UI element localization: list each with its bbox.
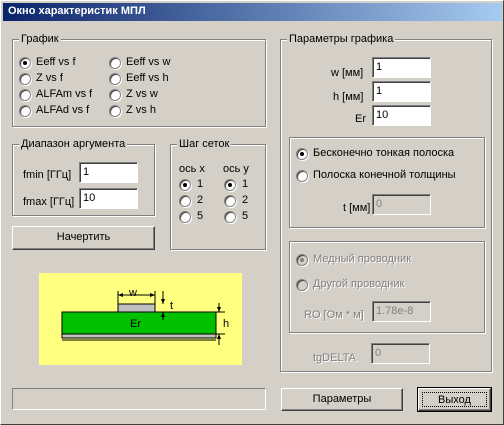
w-input[interactable]: 1 bbox=[372, 57, 431, 78]
fmin-label: fmin [ГГц] bbox=[23, 169, 72, 181]
h-input[interactable]: 1 bbox=[372, 81, 431, 102]
graph-option-label: Z vs f bbox=[36, 72, 63, 84]
exit-button-label: Выход bbox=[422, 392, 487, 407]
other-conductor-label: Другой проводник bbox=[313, 278, 405, 290]
range-group: Диапазон аргумента fmin [ГГц] 1 fmax [ГГ… bbox=[12, 137, 155, 216]
er-label: Er bbox=[355, 113, 366, 125]
copper-radio[interactable] bbox=[296, 254, 308, 266]
strip-type-group: Бесконечно тонкая полоска Полоска конечн… bbox=[289, 137, 485, 228]
grid-x-label-2: 2 bbox=[197, 194, 204, 206]
window-title: Окно характеристик МПЛ bbox=[8, 5, 146, 17]
graph-option-label: Eeff vs h bbox=[126, 72, 169, 84]
grid-y-radio-2[interactable] bbox=[224, 195, 236, 207]
characteristics-window: Окно характеристик МПЛ График Eeff vs f … bbox=[0, 0, 504, 425]
ro-input[interactable]: 1.78e-8 bbox=[372, 301, 431, 322]
graph-group-title: График bbox=[19, 32, 61, 46]
grid-x-label-1: 1 bbox=[197, 178, 204, 190]
other-conductor-radio[interactable] bbox=[296, 279, 308, 291]
graph-params-title: Параметры графика bbox=[287, 32, 396, 46]
fmax-label: fmax [ГГц] bbox=[23, 196, 75, 208]
grid-y-label-1: 1 bbox=[242, 178, 249, 190]
title-bar[interactable]: Окно характеристик МПЛ bbox=[3, 3, 502, 21]
diagram-h-label: h bbox=[223, 318, 230, 330]
status-box bbox=[12, 388, 266, 410]
tgdelta-input[interactable]: 0 bbox=[371, 343, 430, 364]
tgdelta-label: tgDELTA bbox=[313, 352, 356, 364]
graph-group: График Eeff vs f Z vs f ALFAm vs f ALFAd… bbox=[12, 32, 266, 127]
strip-finite-radio[interactable] bbox=[296, 170, 308, 182]
h-label: h [мм] bbox=[333, 91, 364, 103]
diagram-t-label: t bbox=[170, 300, 174, 312]
graph-option-label: ALFAm vs f bbox=[36, 88, 93, 100]
graph-radio-1[interactable] bbox=[19, 73, 31, 85]
grid-step-title: Шаг сеток bbox=[177, 137, 232, 151]
y-axis-label: ось y bbox=[223, 163, 249, 175]
strip-thin-radio[interactable] bbox=[296, 148, 308, 160]
grid-x-radio-5[interactable] bbox=[179, 211, 191, 223]
grid-x-label-5: 5 bbox=[197, 210, 204, 222]
microstrip-diagram: w t h Er bbox=[39, 273, 242, 365]
ground-plane bbox=[61, 333, 217, 339]
grid-y-label-2: 2 bbox=[242, 194, 249, 206]
graph-radio-6[interactable] bbox=[109, 89, 121, 101]
ro-label: RO [Ом * м] bbox=[304, 309, 364, 321]
conductor-group: Медный проводник Другой проводник RO [Ом… bbox=[289, 241, 485, 333]
w-label: w [мм] bbox=[331, 67, 364, 79]
graph-radio-4[interactable] bbox=[109, 57, 121, 69]
grid-x-radio-1[interactable] bbox=[179, 179, 191, 191]
draw-button[interactable]: Начертить bbox=[12, 226, 155, 250]
exit-button[interactable]: Выход bbox=[417, 387, 492, 412]
er-input[interactable]: 10 bbox=[372, 105, 431, 126]
t-label: t [мм] bbox=[343, 202, 371, 214]
params-button[interactable]: Параметры bbox=[281, 388, 403, 411]
graph-radio-2[interactable] bbox=[19, 89, 31, 101]
grid-y-label-5: 5 bbox=[242, 210, 249, 222]
graph-option-label: Eeff vs w bbox=[126, 56, 171, 68]
range-group-title: Диапазон аргумента bbox=[19, 137, 128, 151]
diagram-er-label: Er bbox=[130, 318, 141, 330]
strip-thin-label: Бесконечно тонкая полоска bbox=[313, 147, 455, 159]
grid-y-radio-1[interactable] bbox=[224, 179, 236, 191]
graph-option-label: Z vs h bbox=[126, 104, 156, 116]
strip-conductor bbox=[117, 303, 156, 313]
x-axis-label: ось x bbox=[179, 163, 205, 175]
diagram-w-label: w bbox=[129, 287, 137, 299]
graph-radio-5[interactable] bbox=[109, 73, 121, 85]
grid-x-radio-2[interactable] bbox=[179, 195, 191, 207]
strip-finite-label: Полоска конечной толщины bbox=[313, 169, 456, 181]
fmin-input[interactable]: 1 bbox=[79, 162, 138, 183]
fmax-input[interactable]: 10 bbox=[79, 188, 138, 209]
copper-label: Медный проводник bbox=[313, 253, 412, 265]
graph-radio-7[interactable] bbox=[109, 105, 121, 117]
graph-radio-3[interactable] bbox=[19, 105, 31, 117]
grid-step-group: Шаг сеток ось x ось y 1 2 5 1 2 5 bbox=[170, 137, 266, 250]
t-input[interactable]: 0 bbox=[372, 194, 431, 215]
graph-params-group: Параметры графика w [мм] 1 h [мм] 1 Er 1… bbox=[280, 32, 492, 372]
graph-radio-0[interactable] bbox=[19, 57, 31, 69]
graph-option-label: ALFAd vs f bbox=[36, 104, 90, 116]
graph-option-label: Z vs w bbox=[126, 88, 158, 100]
graph-option-label: Eeff vs f bbox=[36, 56, 76, 68]
grid-y-radio-5[interactable] bbox=[224, 211, 236, 223]
